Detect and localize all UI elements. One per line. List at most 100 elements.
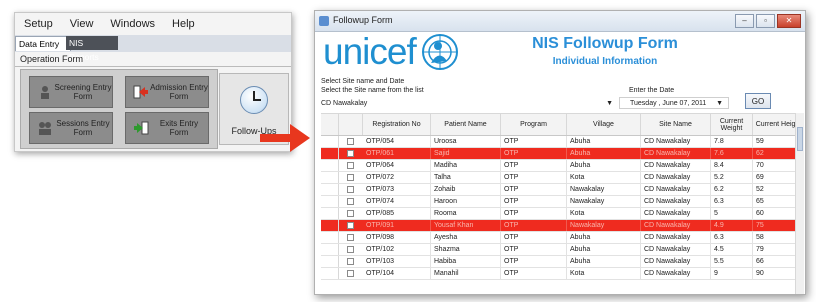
table-cell-name[interactable]: Manahil	[431, 268, 501, 279]
table-cell-height[interactable]: 75	[753, 220, 795, 231]
table-cell-program[interactable]: OTP	[501, 208, 567, 219]
table-cell-name[interactable]: Shazma	[431, 244, 501, 255]
column-header-program[interactable]: Program	[501, 114, 567, 135]
table-cell-site[interactable]: CD Nawakalay	[641, 160, 711, 171]
table-cell-village[interactable]: Abuha	[567, 136, 641, 147]
row-checkbox[interactable]	[347, 246, 354, 253]
table-cell-reg[interactable]: OTP/098	[363, 232, 431, 243]
admission-entry-form-button[interactable]: Admission Entry Form	[125, 76, 209, 108]
table-cell-height[interactable]: 62	[753, 148, 795, 159]
chevron-down-icon[interactable]: ▼	[606, 98, 613, 109]
row-checkbox[interactable]	[347, 210, 354, 217]
table-cell-name[interactable]: Madiha	[431, 160, 501, 171]
table-cell-site[interactable]: CD Nawakalay	[641, 136, 711, 147]
table-cell-name[interactable]: Yousaf Khan	[431, 220, 501, 231]
table-cell-height[interactable]: 65	[753, 196, 795, 207]
maximize-button[interactable]: ▫	[756, 14, 775, 28]
table-cell-height[interactable]: 66	[753, 256, 795, 267]
table-cell-reg[interactable]: OTP/073	[363, 184, 431, 195]
table-row[interactable]: OTP/072 Talha OTP Kota CD Nawakalay 5.2 69	[321, 172, 795, 184]
table-cell-village[interactable]: Abuha	[567, 256, 641, 267]
table-cell-program[interactable]: OTP	[501, 160, 567, 171]
table-cell-site[interactable]: CD Nawakalay	[641, 244, 711, 255]
minimize-button[interactable]: –	[735, 14, 754, 28]
row-checkbox[interactable]	[347, 150, 354, 157]
row-header[interactable]	[321, 268, 339, 279]
table-cell-name[interactable]: Haroon	[431, 196, 501, 207]
row-header[interactable]	[321, 172, 339, 183]
table-cell-village[interactable]: Nawakalay	[567, 196, 641, 207]
table-row[interactable]: OTP/073 Zohaib OTP Nawakalay CD Nawakalay 6.2…	[321, 184, 795, 196]
table-cell-reg[interactable]: OTP/061	[363, 148, 431, 159]
table-cell-reg[interactable]: OTP/104	[363, 268, 431, 279]
column-header-village[interactable]: Village	[567, 114, 641, 135]
row-header[interactable]	[321, 184, 339, 195]
table-row[interactable]: OTP/074 Haroon OTP Nawakalay CD Nawakalay 6.3…	[321, 196, 795, 208]
row-checkbox[interactable]	[347, 222, 354, 229]
table-cell-village[interactable]: Nawakalay	[567, 184, 641, 195]
table-cell-height[interactable]: 58	[753, 232, 795, 243]
table-cell-village[interactable]: Kota	[567, 268, 641, 279]
date-chevron-down-icon[interactable]: ▼	[716, 98, 723, 110]
table-cell-reg[interactable]: OTP/091	[363, 220, 431, 231]
table-cell-reg[interactable]: OTP/072	[363, 172, 431, 183]
table-cell-reg[interactable]: OTP/054	[363, 136, 431, 147]
table-row[interactable]: OTP/064 Madiha OTP Abuha CD Nawakalay 8.4 70	[321, 160, 795, 172]
table-cell-name[interactable]: Uroosa	[431, 136, 501, 147]
row-header[interactable]	[321, 244, 339, 255]
row-checkbox[interactable]	[347, 174, 354, 181]
table-cell-weight[interactable]: 9	[711, 268, 753, 279]
table-cell-program[interactable]: OTP	[501, 232, 567, 243]
close-button[interactable]: ✕	[777, 14, 801, 28]
table-cell-program[interactable]: OTP	[501, 268, 567, 279]
row-header[interactable]	[321, 136, 339, 147]
table-cell-weight[interactable]: 7.8	[711, 136, 753, 147]
tab-data-entry[interactable]: Data Entry	[15, 36, 71, 51]
table-cell-program[interactable]: OTP	[501, 256, 567, 267]
menu-help[interactable]: Help	[163, 18, 203, 30]
menu-setup[interactable]: Setup	[15, 18, 61, 30]
column-header-current-height[interactable]: Current Height	[753, 114, 795, 135]
table-cell-village[interactable]: Kota	[567, 208, 641, 219]
table-row[interactable]: OTP/061 Sajid OTP Abuha CD Nawakalay 7.6 62	[321, 148, 795, 160]
table-cell-weight[interactable]: 7.6	[711, 148, 753, 159]
row-header[interactable]	[321, 208, 339, 219]
site-name-dropdown[interactable]: CD Nawakalay ▼	[321, 98, 613, 109]
table-cell-program[interactable]: OTP	[501, 172, 567, 183]
table-cell-program[interactable]: OTP	[501, 244, 567, 255]
table-cell-site[interactable]: CD Nawakalay	[641, 148, 711, 159]
table-cell-name[interactable]: Ayesha	[431, 232, 501, 243]
table-cell-village[interactable]: Abuha	[567, 148, 641, 159]
table-row[interactable]: OTP/085 Rooma OTP Kota CD Nawakalay 5 60	[321, 208, 795, 220]
table-cell-weight[interactable]: 5.2	[711, 172, 753, 183]
column-header-registration-no[interactable]: Registration No	[363, 114, 431, 135]
table-cell-village[interactable]: Abuha	[567, 244, 641, 255]
table-row[interactable]: OTP/054 Uroosa OTP Abuha CD Nawakalay 7.8 59	[321, 136, 795, 148]
row-header[interactable]	[321, 232, 339, 243]
table-cell-program[interactable]: OTP	[501, 196, 567, 207]
table-cell-site[interactable]: CD Nawakalay	[641, 256, 711, 267]
table-cell-height[interactable]: 60	[753, 208, 795, 219]
table-cell-name[interactable]: Sajid	[431, 148, 501, 159]
table-cell-weight[interactable]: 6.2	[711, 184, 753, 195]
row-header[interactable]	[321, 196, 339, 207]
column-header-site-name[interactable]: Site Name	[641, 114, 711, 135]
column-header-current-weight[interactable]: Current Weight	[711, 114, 753, 135]
row-header[interactable]	[321, 256, 339, 267]
row-checkbox[interactable]	[347, 234, 354, 241]
vertical-scrollbar[interactable]	[795, 113, 804, 294]
table-cell-site[interactable]: CD Nawakalay	[641, 196, 711, 207]
row-checkbox[interactable]	[347, 186, 354, 193]
row-checkbox[interactable]	[347, 162, 354, 169]
screening-entry-form-button[interactable]: Screening Entry Form	[29, 76, 113, 108]
table-cell-name[interactable]: Rooma	[431, 208, 501, 219]
table-cell-name[interactable]: Habiba	[431, 256, 501, 267]
table-row[interactable]: OTP/091 Yousaf Khan OTP Nawakalay CD Nawakal…	[321, 220, 795, 232]
table-cell-weight[interactable]: 4.9	[711, 220, 753, 231]
row-checkbox[interactable]	[347, 258, 354, 265]
table-cell-name[interactable]: Zohaib	[431, 184, 501, 195]
table-cell-weight[interactable]: 8.4	[711, 160, 753, 171]
menu-windows[interactable]: Windows	[101, 18, 163, 30]
table-cell-program[interactable]: OTP	[501, 148, 567, 159]
table-cell-site[interactable]: CD Nawakalay	[641, 220, 711, 231]
